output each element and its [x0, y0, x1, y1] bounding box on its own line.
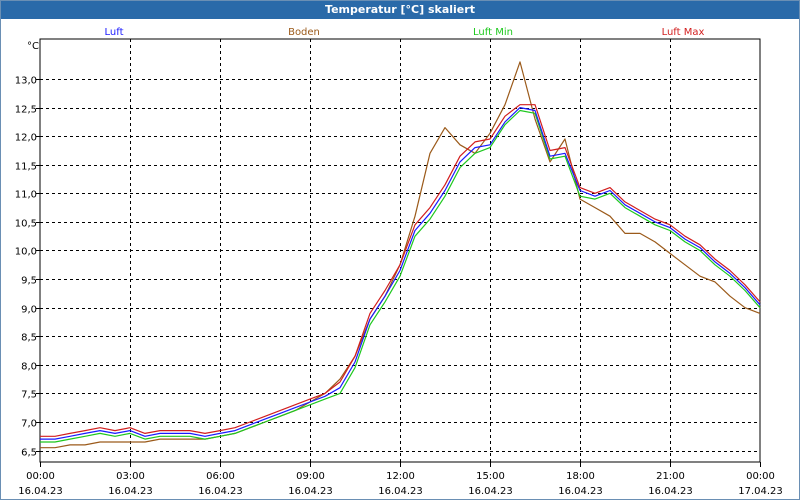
- y-tick-label: 7,0: [21, 419, 37, 430]
- y-tick-label: 11,5: [15, 162, 37, 173]
- x-tick-time: 15:00: [476, 471, 505, 482]
- x-tick-date: 16.04.23: [468, 486, 513, 497]
- y-tick-label: 8,5: [21, 333, 37, 344]
- y-tick-label: 10,0: [15, 247, 37, 258]
- y-tick-label: 9,0: [21, 305, 37, 316]
- x-tick-time: 03:00: [116, 471, 145, 482]
- y-tick-label: 6,5: [21, 448, 37, 459]
- y-tick-label: 11,0: [15, 190, 37, 201]
- y-axis-label: °C: [27, 41, 39, 52]
- legend-luft: Luft: [105, 27, 124, 38]
- x-tick-time: 00:00: [26, 471, 55, 482]
- x-tick-time: 09:00: [296, 471, 325, 482]
- x-tick-time: 21:00: [656, 471, 685, 482]
- x-tick-time: 06:00: [206, 471, 235, 482]
- x-tick-time: 18:00: [566, 471, 595, 482]
- y-tick-label: 8,0: [21, 362, 37, 373]
- legend-luft-min: Luft Min: [473, 27, 513, 38]
- x-tick-time: 00:00: [746, 471, 775, 482]
- chart-title: Temperatur [°C] skaliert: [1, 1, 799, 19]
- chart-window: Temperatur [°C] skaliert 6,5 7,0 7,5 8,0 8,5…: [0, 0, 800, 500]
- legend-luft-max: Luft Max: [662, 27, 705, 38]
- temperature-chart: 6,5 7,0 7,5 8,0 8,5 9,0 9,5 10,0 10,5 11,0 11,5 12,…: [15, 27, 783, 497]
- x-tick-date: 16.04.23: [108, 486, 153, 497]
- x-tick-date: 16.04.23: [648, 486, 693, 497]
- legend-boden: Boden: [288, 27, 320, 38]
- y-tick-label: 7,5: [21, 390, 37, 401]
- y-tick-label: 12,5: [15, 105, 37, 116]
- y-tick-label: 12,0: [15, 133, 37, 144]
- x-tick-date: 16.04.23: [18, 486, 63, 497]
- x-tick-date: 17.04.23: [738, 486, 783, 497]
- x-tick-date: 16.04.23: [288, 486, 333, 497]
- x-tick-date: 16.04.23: [378, 486, 423, 497]
- y-tick-label: 13,0: [15, 76, 37, 87]
- x-tick-date: 16.04.23: [558, 486, 603, 497]
- x-tick-time: 12:00: [386, 471, 415, 482]
- x-tick-date: 16.04.23: [198, 486, 243, 497]
- y-tick-label: 9,5: [21, 276, 37, 287]
- y-tick-label: 10,5: [15, 219, 37, 230]
